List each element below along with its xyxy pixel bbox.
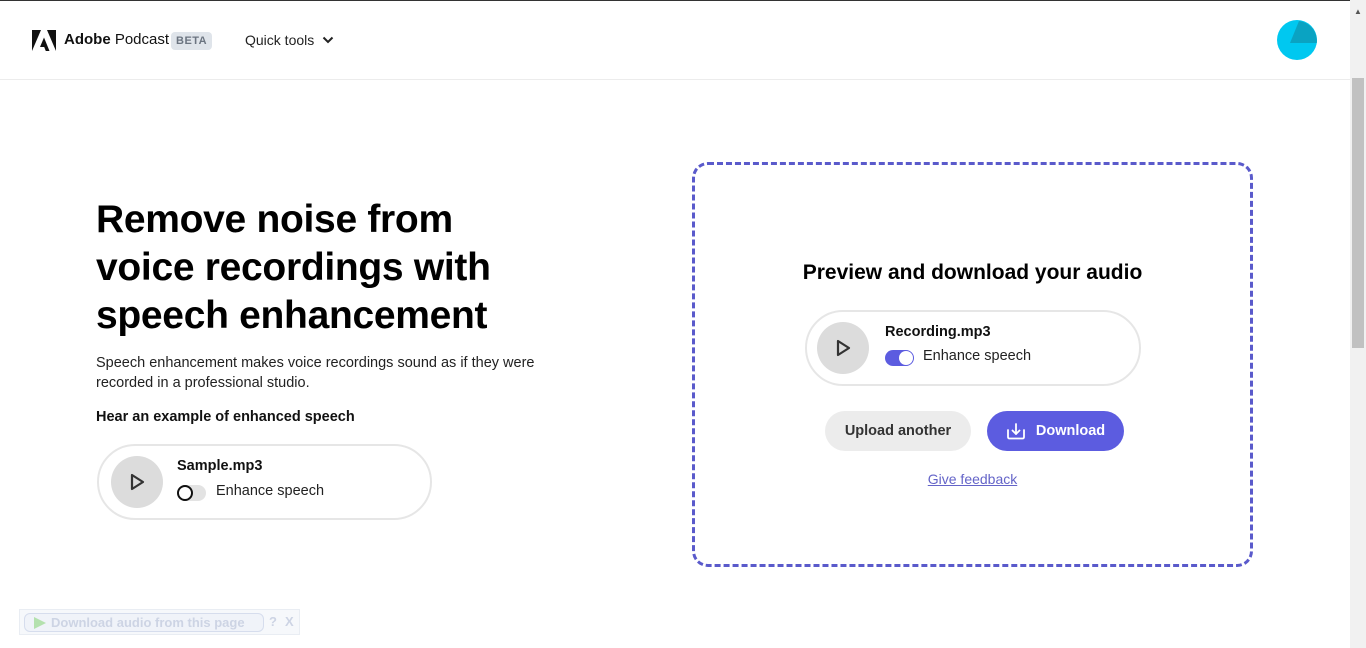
page-description: Speech enhancement makes voice recording… (96, 355, 535, 391)
recording-enhance-label: Enhance speech (923, 348, 1032, 364)
download-label: Download (1035, 423, 1106, 439)
top-nav: Adobe Podcast BETA Quick tools (0, 1, 1350, 80)
scroll-thumb[interactable] (1352, 78, 1364, 348)
download-audio-button[interactable]: Download audio from this page (24, 613, 264, 632)
sample-enhance-toggle[interactable] (177, 485, 206, 501)
recording-filename: Recording.mp3 (885, 324, 991, 340)
brand-rest: Podcast (110, 31, 170, 48)
close-icon[interactable]: X (285, 614, 294, 629)
download-icon (1006, 423, 1025, 440)
sample-enhance-label: Enhance speech (216, 483, 325, 499)
user-avatar-icon[interactable] (1277, 20, 1317, 60)
sample-filename: Sample.mp3 (177, 458, 263, 474)
sample-play-button[interactable] (111, 456, 163, 508)
upload-another-button[interactable]: Upload another (825, 411, 971, 451)
play-icon (130, 473, 145, 491)
adobe-logo-icon[interactable] (32, 30, 56, 51)
recording-audio-player: Recording.mp3 Enhance speech (805, 310, 1141, 386)
page-title: Remove noise from voice recordings with … (96, 198, 491, 337)
help-icon[interactable]: ? (269, 614, 277, 629)
play-triangle-icon (34, 616, 46, 629)
quick-tools-menu[interactable]: Quick tools (245, 32, 334, 48)
beta-badge: BETA (171, 32, 213, 50)
download-button[interactable]: Download (987, 411, 1124, 451)
scroll-up-arrow-icon[interactable]: ▲ (1350, 4, 1366, 18)
brand-bold: Adobe (64, 31, 111, 48)
chevron-down-icon (323, 36, 334, 44)
play-icon (836, 339, 851, 357)
example-heading: Hear an example of enhanced speech (96, 409, 355, 425)
preview-title: Preview and download your audio (802, 261, 1143, 284)
vertical-scrollbar[interactable]: ▲ (1350, 0, 1366, 648)
download-audio-label: Download audio from this page (51, 615, 245, 630)
brand-name[interactable]: Adobe Podcast (64, 31, 169, 48)
audio-download-extension-bar: Download audio from this page ? X (19, 609, 300, 635)
toggle-knob (177, 485, 193, 501)
toggle-knob (899, 351, 913, 365)
give-feedback-link[interactable]: Give feedback (695, 471, 1250, 487)
sample-audio-player: Sample.mp3 Enhance speech (97, 444, 432, 520)
recording-enhance-toggle[interactable] (885, 350, 914, 366)
recording-play-button[interactable] (817, 322, 869, 374)
preview-panel: Preview and download your audio Recordin… (692, 162, 1253, 567)
quick-tools-label: Quick tools (245, 32, 315, 48)
